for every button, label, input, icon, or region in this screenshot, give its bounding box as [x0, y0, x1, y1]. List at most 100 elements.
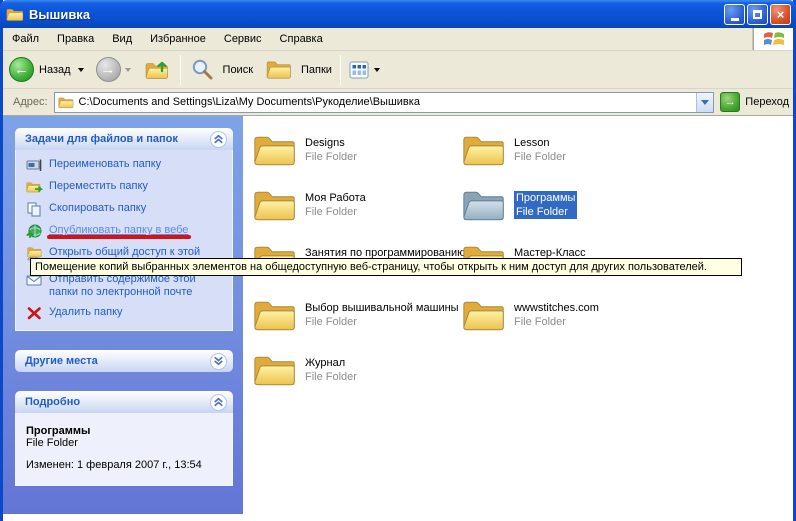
- back-dropdown-caret-icon[interactable]: [78, 68, 84, 72]
- menu-bar: Файл Правка Вид Избранное Сервис Справка: [3, 28, 793, 51]
- details-item-name: Программы: [26, 425, 224, 437]
- expand-button[interactable]: [210, 353, 227, 370]
- folder-icon: [253, 297, 297, 333]
- folder-name: Программы: [514, 191, 577, 205]
- views-grid-icon: [349, 61, 369, 79]
- menu-view[interactable]: Вид: [103, 28, 141, 50]
- windows-logo-icon: [763, 29, 785, 49]
- address-folder-icon: [58, 96, 75, 109]
- publish-web-icon: [26, 224, 43, 239]
- task-delete-folder[interactable]: Удалить папку: [26, 306, 228, 321]
- folder-name: Lesson: [514, 136, 566, 150]
- go-button[interactable]: → Переход: [720, 92, 789, 112]
- forward-button[interactable]: →: [96, 51, 135, 88]
- collapse-button[interactable]: [210, 394, 227, 411]
- address-label: Адрес:: [13, 96, 48, 108]
- folder-icon: [253, 187, 297, 223]
- folder-name: Выбор вышивальной машины: [305, 301, 459, 315]
- red-annotation-underline: [47, 235, 191, 239]
- address-dropdown-button[interactable]: [696, 93, 713, 112]
- file-tasks-body: Переименовать папку Переместить папку Ск…: [15, 150, 233, 331]
- menu-help[interactable]: Справка: [271, 28, 332, 50]
- task-email-folder[interactable]: Отправить содержимое этой папки по элект…: [26, 273, 228, 299]
- folders-label: Папки: [301, 64, 332, 76]
- task-label: Переместить папку: [49, 180, 148, 193]
- folder-type: File Folder: [305, 370, 357, 384]
- toolbar: ← Назад → Поиск Папки: [3, 51, 793, 89]
- file-tasks-title: Задачи для файлов и папок: [25, 133, 210, 145]
- task-copy-folder[interactable]: Скопировать папку: [26, 202, 228, 217]
- menu-tools[interactable]: Сервис: [215, 28, 271, 50]
- other-places-panel: Другие места: [15, 350, 233, 372]
- details-modified: Изменен: 1 февраля 2007 г., 13:54: [26, 459, 224, 471]
- folder-item-moya-rabota[interactable]: Моя Работа File Folder: [253, 183, 458, 227]
- file-tasks-panel: Задачи для файлов и папок Переименовать …: [15, 128, 233, 331]
- task-label: Скопировать папку: [49, 202, 146, 215]
- folder-name: Designs: [305, 136, 357, 150]
- go-arrow-icon: →: [720, 92, 740, 112]
- folder-type: File Folder: [514, 150, 566, 164]
- folder-item-programmy-selected[interactable]: Программы File Folder: [462, 183, 667, 227]
- window-folder-icon: [6, 7, 24, 22]
- folders-icon: [266, 59, 292, 80]
- task-pane: Задачи для файлов и папок Переименовать …: [3, 116, 243, 514]
- titlebar[interactable]: Вышивка ×: [0, 0, 796, 28]
- search-button[interactable]: Поиск: [186, 51, 256, 88]
- address-path[interactable]: C:\Documents and Settings\Liza\My Docume…: [79, 96, 697, 108]
- address-bar: Адрес: C:\Documents and Settings\Liza\My…: [3, 89, 793, 116]
- details-title: Подробно: [25, 396, 210, 408]
- copy-icon: [26, 202, 43, 217]
- back-label: Назад: [39, 64, 71, 76]
- folder-item-zhurnal[interactable]: Журнал File Folder: [253, 348, 458, 392]
- folder-item-vybor-mashiny[interactable]: Выбор вышивальной машины File Folder: [253, 293, 458, 337]
- maximize-icon: [753, 10, 762, 19]
- file-tasks-header[interactable]: Задачи для файлов и папок: [15, 128, 233, 150]
- folder-type: File Folder: [305, 205, 366, 219]
- up-button[interactable]: [141, 51, 175, 88]
- task-move-folder[interactable]: Переместить папку: [26, 180, 228, 195]
- back-icon: ←: [9, 57, 34, 82]
- minimize-icon: [731, 18, 739, 21]
- content-area: Задачи для файлов и папок Переименовать …: [3, 116, 793, 521]
- views-button[interactable]: [346, 59, 387, 81]
- rename-icon: [26, 158, 43, 173]
- chevron-down-icon: [701, 100, 709, 105]
- task-label: Отправить содержимое этой папки по элект…: [49, 273, 207, 299]
- maximize-button[interactable]: [747, 4, 768, 25]
- selected-folder-icon: [462, 187, 506, 223]
- folder-item-lesson[interactable]: Lesson File Folder: [462, 128, 667, 172]
- file-list: Designs File Folder Lesson File Folder М…: [243, 116, 793, 521]
- folder-item-wwwstitches[interactable]: wwwstitches.com File Folder: [462, 293, 667, 337]
- menu-file[interactable]: Файл: [3, 28, 48, 50]
- close-icon: ×: [777, 8, 785, 21]
- collapse-button[interactable]: [210, 131, 227, 148]
- menu-edit[interactable]: Правка: [48, 28, 103, 50]
- up-folder-icon: [145, 57, 171, 83]
- menu-spacer: [332, 28, 753, 50]
- folder-icon: [462, 132, 506, 168]
- menu-favorites[interactable]: Избранное: [141, 28, 215, 50]
- back-button[interactable]: ← Назад: [9, 51, 88, 88]
- forward-dropdown-caret-icon[interactable]: [125, 68, 131, 72]
- folders-button[interactable]: Папки: [262, 51, 335, 88]
- details-header[interactable]: Подробно: [15, 391, 233, 413]
- other-places-header[interactable]: Другие места: [15, 350, 233, 372]
- folder-item-designs[interactable]: Designs File Folder: [253, 128, 458, 172]
- folder-type: File Folder: [305, 315, 459, 329]
- details-panel: Подробно Программы File Folder Изменен: …: [15, 391, 233, 486]
- folder-icon: [462, 297, 506, 333]
- close-button[interactable]: ×: [770, 4, 791, 25]
- other-places-title: Другие места: [25, 355, 210, 367]
- address-combobox[interactable]: C:\Documents and Settings\Liza\My Docume…: [54, 92, 715, 113]
- minimize-button[interactable]: [724, 4, 745, 25]
- chevron-up-icon: [211, 131, 226, 147]
- task-label: Переименовать папку: [49, 158, 161, 171]
- task-rename-folder[interactable]: Переименовать папку: [26, 158, 228, 173]
- details-body: Программы File Folder Изменен: 1 февраля…: [15, 413, 233, 486]
- folder-name: Журнал: [305, 356, 357, 370]
- delete-icon: [26, 306, 43, 321]
- chevron-up-icon: [211, 394, 226, 410]
- chevron-down-icon: [211, 353, 226, 369]
- search-icon: [190, 58, 214, 82]
- toolbar-separator: [180, 55, 181, 85]
